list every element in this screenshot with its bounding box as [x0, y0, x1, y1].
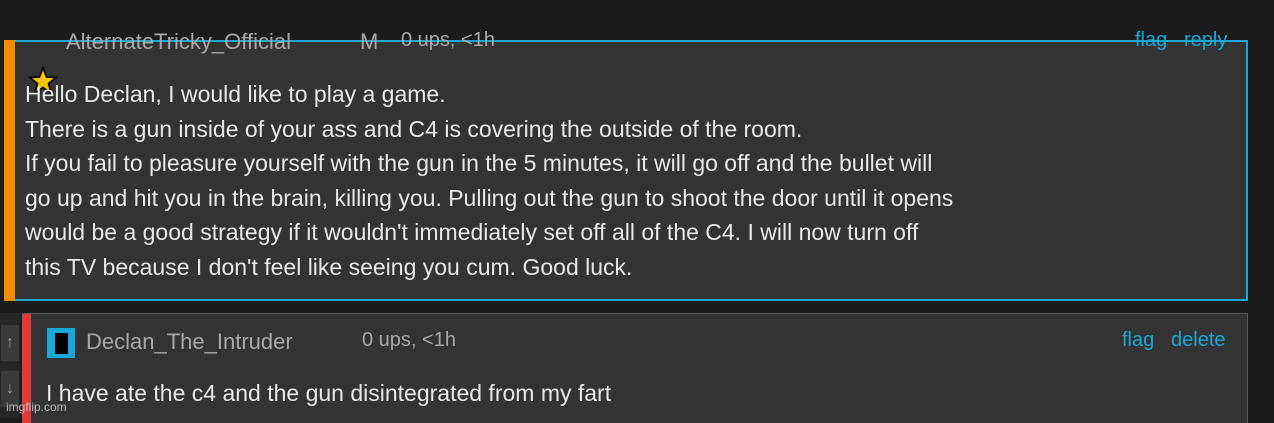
comment-meta: 0 ups, <1h: [401, 29, 495, 51]
reply-link[interactable]: reply: [1184, 29, 1227, 52]
comment-meta: 0 ups, <1h: [362, 329, 456, 351]
flag-link[interactable]: flag: [1135, 29, 1167, 52]
rank-badge: M: [360, 29, 379, 54]
up-arrow-icon[interactable]: ↑: [1, 325, 19, 361]
flag-link[interactable]: flag: [1122, 329, 1154, 352]
username[interactable]: Declan_The_Intruder: [86, 329, 293, 355]
comment-body: Hello Declan, I would like to play a gam…: [25, 81, 954, 280]
watermark: imgflip.com: [6, 400, 67, 414]
username[interactable]: AlternateTricky_Official: [66, 29, 291, 55]
comment-body: I have ate the c4 and the gun disintegra…: [46, 380, 612, 406]
delete-link[interactable]: delete: [1171, 329, 1226, 352]
flag-icon[interactable]: [47, 328, 75, 358]
comment-accent-bar: [4, 40, 15, 301]
